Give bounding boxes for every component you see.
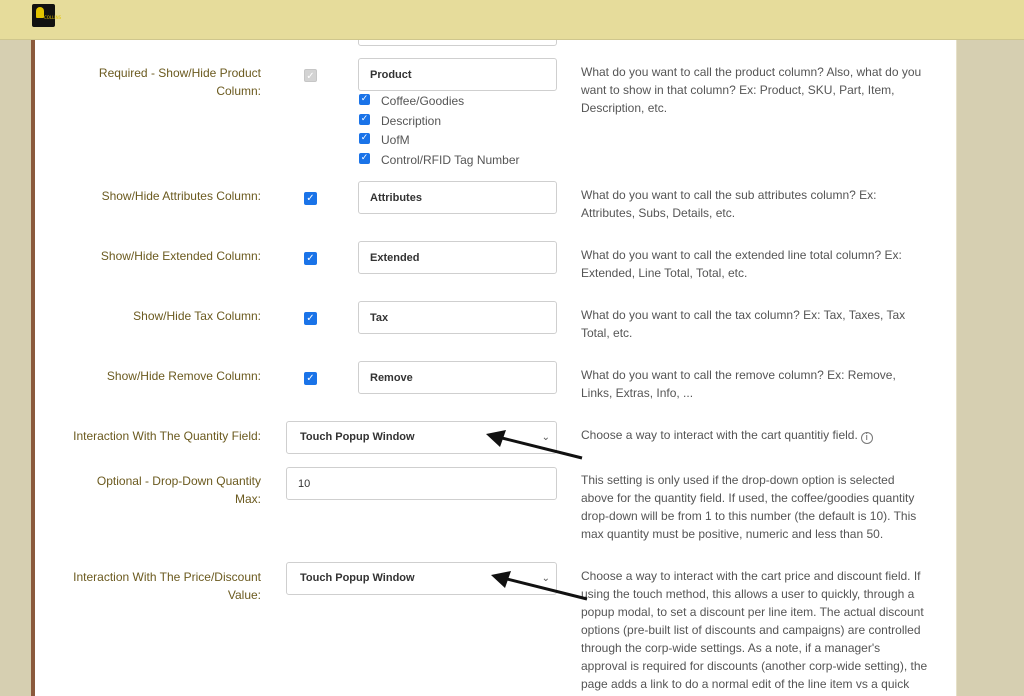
option-checkbox-rfid[interactable]: ✓ (359, 153, 370, 164)
remove-column-description: What do you want to call the remove colu… (581, 368, 896, 400)
logo-mark-icon (36, 7, 44, 18)
quantity-max-label: Optional - Drop-Down Quantity Max: (96, 474, 261, 506)
option-label-rfid: Control/RFID Tag Number (381, 153, 520, 167)
option-label-description: Description (381, 114, 442, 128)
attributes-column-checkbox[interactable]: ✓ (304, 192, 317, 205)
annotation-arrow-price (491, 571, 588, 601)
previous-field-input[interactable] (358, 40, 557, 46)
option-checkbox-coffee[interactable]: ✓ (359, 94, 370, 105)
price-interaction-label: Interaction With The Price/Discount Valu… (73, 570, 261, 602)
option-label-coffee: Coffee/Goodies (381, 94, 465, 108)
quantity-interaction-description: Choose a way to interact with the cart q… (581, 426, 929, 444)
annotation-arrow-quantity (486, 430, 583, 460)
attributes-column-description: What do you want to call the sub attribu… (581, 188, 877, 220)
attributes-column-input[interactable] (358, 181, 557, 214)
option-label-uofm: UofM (381, 133, 410, 147)
extended-column-description: What do you want to call the extended li… (581, 248, 902, 280)
quantity-max-description: This setting is only used if the drop-do… (581, 473, 917, 541)
settings-panel: Required - Show/Hide Product Column: ✓ ✓… (35, 40, 957, 696)
company-logo[interactable]: COLLINS (32, 4, 61, 27)
quantity-interaction-label: Interaction With The Quantity Field: (73, 429, 261, 443)
extended-column-input[interactable] (358, 241, 557, 274)
tax-column-label: Show/Hide Tax Column: (133, 309, 261, 323)
extended-column-checkbox[interactable]: ✓ (304, 252, 317, 265)
product-column-label: Required - Show/Hide Product Column: (98, 66, 261, 98)
quantity-max-input[interactable] (286, 467, 557, 500)
price-interaction-selected: Touch Popup Window (300, 572, 415, 584)
option-checkbox-description[interactable]: ✓ (359, 114, 370, 125)
quantity-interaction-desc-text: Choose a way to interact with the cart q… (581, 428, 858, 442)
product-column-checkbox: ✓ (304, 69, 317, 82)
attributes-column-label: Show/Hide Attributes Column: (101, 189, 261, 203)
info-icon[interactable]: i (860, 432, 873, 444)
product-column-input[interactable] (358, 58, 557, 91)
remove-column-label: Show/Hide Remove Column: (106, 369, 261, 383)
remove-column-input[interactable] (358, 361, 557, 394)
tax-column-input[interactable] (358, 301, 557, 334)
option-checkbox-uofm[interactable]: ✓ (359, 133, 370, 144)
quantity-interaction-selected: Touch Popup Window (300, 431, 415, 443)
tax-column-description: What do you want to call the tax column?… (581, 308, 906, 340)
tax-column-checkbox[interactable]: ✓ (304, 312, 317, 325)
product-column-description: What do you want to call the product col… (581, 65, 922, 115)
remove-column-checkbox[interactable]: ✓ (304, 372, 317, 385)
price-interaction-description: Choose a way to interact with the cart p… (581, 569, 928, 696)
top-bar: COLLINS (0, 0, 1024, 40)
extended-column-label: Show/Hide Extended Column: (100, 249, 261, 263)
logo-text: COLLINS (44, 15, 62, 20)
